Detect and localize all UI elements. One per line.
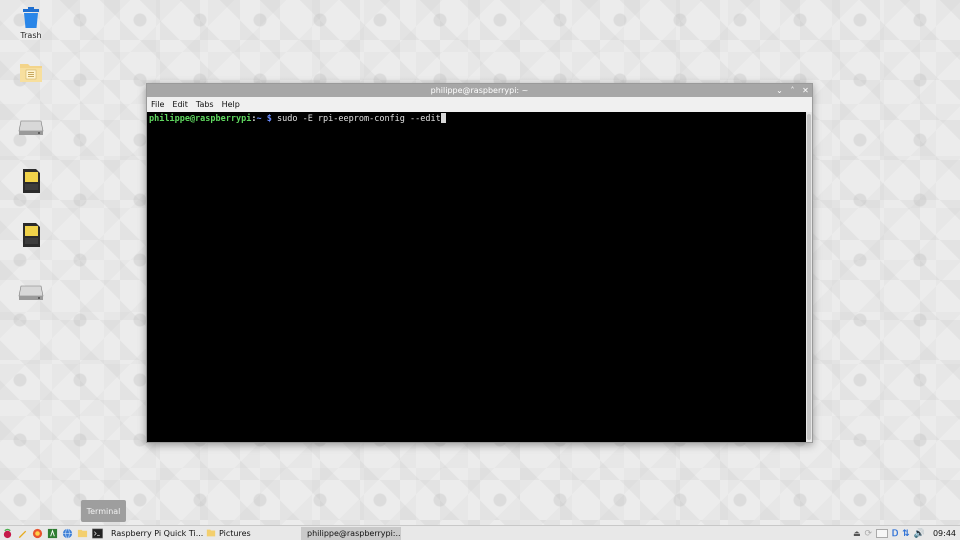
sd-card-icon <box>23 223 40 247</box>
taskbar: Raspberry Pi Quick Ti... Pictures philip… <box>0 525 960 540</box>
menu-help[interactable]: Help <box>222 100 240 109</box>
prompt-path: ~ <box>256 114 262 124</box>
globe-icon[interactable] <box>61 527 74 540</box>
updates-icon[interactable]: ⟳ <box>865 529 873 539</box>
hard-drive-icon <box>18 120 44 135</box>
desktop-icon-documents[interactable] <box>14 60 48 84</box>
task-label: Pictures <box>219 528 251 538</box>
taskbar-tooltip: Terminal <box>81 500 126 522</box>
prompt-user-host: philippe@raspberrypi <box>149 114 252 124</box>
desktop-icon-drive-2[interactable] <box>14 282 48 302</box>
window-titlebar[interactable]: philippe@raspberrypi: ~ ⌄ ˄ ✕ <box>147 84 812 97</box>
task-label: philippe@raspberrypi:... <box>307 528 401 538</box>
menu-file[interactable]: File <box>151 100 164 109</box>
task-label: Raspberry Pi Quick Ti... <box>111 528 203 538</box>
taskbar-task-pictures[interactable]: Pictures <box>203 527 301 540</box>
terminal-launcher-icon[interactable] <box>91 527 104 540</box>
desktop-icon-label: Trash <box>20 31 42 40</box>
browser-icon[interactable] <box>31 527 44 540</box>
scrollbar-thumb[interactable] <box>807 114 811 440</box>
terminal-window[interactable]: philippe@raspberrypi: ~ ⌄ ˄ ✕ File Edit … <box>146 83 813 443</box>
terminal-scrollbar[interactable] <box>806 112 812 442</box>
clock[interactable]: 09:44 <box>933 529 956 538</box>
eject-icon[interactable]: ⏏ <box>853 529 861 538</box>
taskbar-task-terminal[interactable]: philippe@raspberrypi:... <box>301 526 401 540</box>
game-icon[interactable] <box>46 527 59 540</box>
window-controls: ⌄ ˄ ✕ <box>775 84 810 97</box>
volume-icon[interactable]: 🔊 <box>914 529 925 539</box>
hard-drive-icon <box>18 285 44 300</box>
pencil-icon[interactable] <box>16 527 29 540</box>
menu-edit[interactable]: Edit <box>172 100 188 109</box>
text-cursor <box>440 113 446 123</box>
desktop-icon-sdcard-2[interactable] <box>14 222 48 248</box>
sd-card-icon <box>23 169 40 193</box>
menu-tabs[interactable]: Tabs <box>196 100 214 109</box>
minimize-icon[interactable]: ⌄ <box>775 86 784 95</box>
window-title: philippe@raspberrypi: ~ <box>430 86 529 95</box>
terminal-output[interactable]: philippe@raspberrypi:~ $ sudo -E rpi-eep… <box>147 112 806 442</box>
trash-icon <box>23 7 39 28</box>
raspberry-menu-icon[interactable] <box>1 527 14 540</box>
cpu-monitor-icon[interactable] <box>876 529 889 538</box>
file-manager-icon[interactable] <box>76 527 89 540</box>
bluetooth-icon[interactable]: Ꭰ <box>892 529 898 539</box>
folder-icon <box>206 529 216 537</box>
desktop-icon-drive-1[interactable] <box>14 117 48 137</box>
prompt-symbol: $ <box>266 114 272 124</box>
network-icon[interactable]: ⇅ <box>902 529 910 539</box>
close-icon[interactable]: ✕ <box>801 86 810 95</box>
desktop-icon-trash[interactable]: Trash <box>14 6 48 40</box>
system-tray: ⏏ ⟳ Ꭰ ⇅ 🔊 09:44 <box>853 526 956 540</box>
command-text: sudo -E rpi-eeprom-config --edit <box>276 114 441 124</box>
taskbar-task-browser[interactable]: Raspberry Pi Quick Ti... <box>105 527 203 540</box>
desktop-icon-sdcard-1[interactable] <box>14 168 48 194</box>
folder-documents-icon <box>20 64 42 82</box>
menu-bar: File Edit Tabs Help <box>147 97 812 111</box>
maximize-icon[interactable]: ˄ <box>788 86 797 95</box>
